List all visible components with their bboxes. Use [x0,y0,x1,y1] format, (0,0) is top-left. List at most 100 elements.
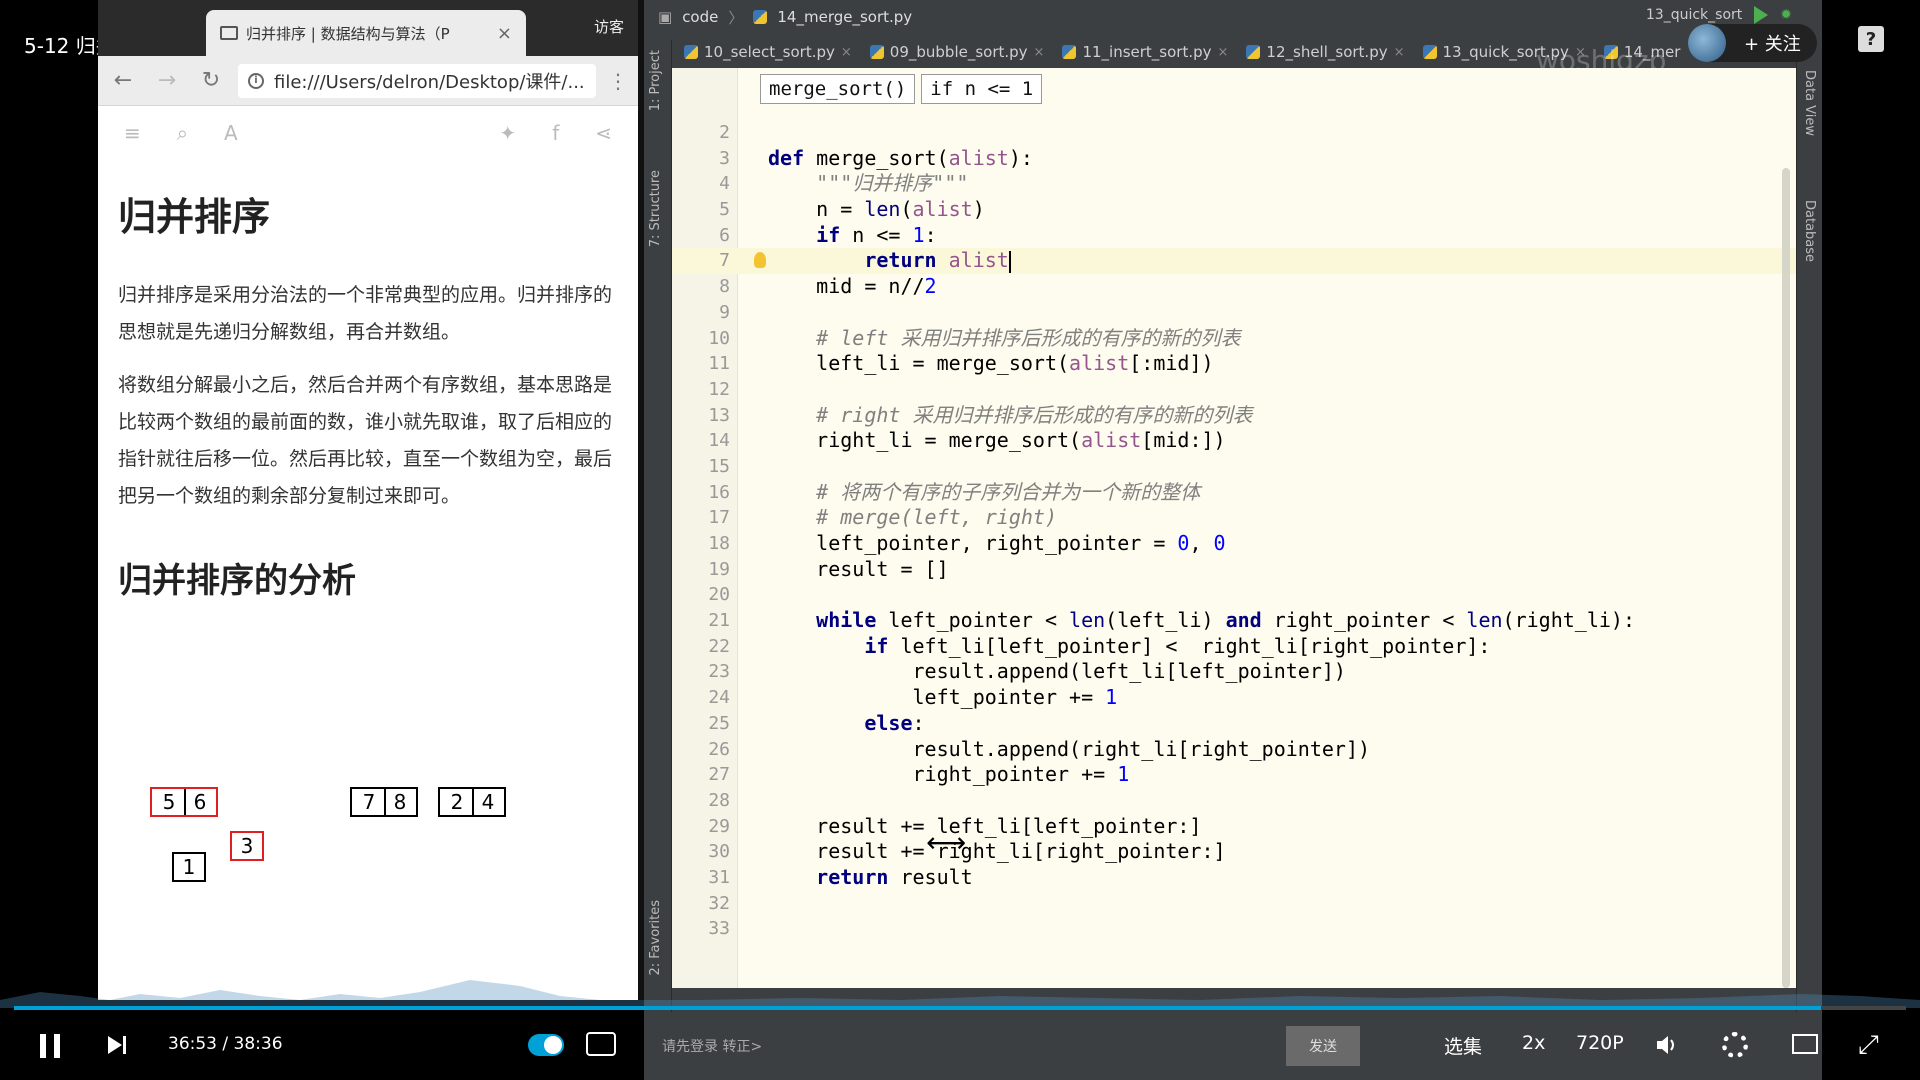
lightbulb-icon[interactable] [754,252,766,269]
address-text: file:///Users/delron/Desktop/课件/... [274,71,585,93]
code-editor[interactable]: merge_sort() if n <= 1 2 3 def merge_sort… [672,68,1796,988]
code-line: 17 # merge(left, right) [708,505,1057,530]
run-toolbar: 13_quick_sort ✹ [1646,6,1792,24]
breadcrumb-condition[interactable]: if n <= 1 [921,74,1043,104]
next-icon[interactable] [106,1034,128,1060]
editor-tab[interactable]: 09_bubble_sort.py × [869,43,1044,61]
diagram-cell: 1 [182,855,196,879]
code-line: 26 result.append(right_li[right_pointer]… [708,736,1371,761]
code-line: 5 n = len(alist) [719,197,985,222]
diagram-cell: 4 [472,789,502,815]
widescreen-icon[interactable] [1792,1034,1818,1054]
code-breadcrumb: merge_sort() if n <= 1 [760,74,1043,104]
debug-icon[interactable]: ✹ [1780,7,1792,23]
diagram-cell: 2 [450,790,464,814]
favorites-tool-tab[interactable]: 2: Favorites [648,900,663,976]
follow-button[interactable]: + 关注 [1688,24,1817,62]
code-line: 14 right_li = merge_sort(alist[mid:]) [708,428,1226,453]
editor-tab[interactable]: 11_insert_sort.py × [1062,43,1228,61]
folder-icon: ▣ [658,8,673,26]
nav-crumb-root[interactable]: code [682,8,718,26]
facebook-icon[interactable]: f [552,121,559,145]
editor-tab[interactable]: 12_shell_sort.py × [1246,43,1405,61]
section-title: 归并排序的分析 [118,561,356,601]
python-file-icon [1062,45,1077,59]
pause-icon[interactable] [40,1034,62,1058]
diagram-cell: 3 [240,834,254,858]
fullscreen-icon[interactable]: ⤢ [1858,1030,1879,1061]
share-icon[interactable]: ⋖ [595,121,612,145]
code-line: 28 [708,789,730,811]
code-line: 3 def merge_sort(alist): [719,145,1033,170]
editor-scrollbar[interactable] [1782,168,1790,988]
run-config-select[interactable]: 13_quick_sort [1646,7,1742,23]
speed-button[interactable]: 2x [1522,1032,1545,1054]
back-arrow-icon[interactable]: ← [106,64,140,98]
editor-tab[interactable]: 10_select_sort.py × [684,43,852,61]
menu-icon[interactable]: ≡ [124,121,141,145]
help-icon[interactable]: ? [1858,26,1884,52]
diagram-cell: 7 [362,790,376,814]
audio-waveform [0,980,1920,1008]
browser-menu-icon[interactable]: ⋮ [606,69,630,93]
data-view-tool-tab[interactable]: Data View [1802,70,1817,136]
diagram-pair-b: 7 8 [350,787,418,817]
watermark: woshigzp [1536,44,1667,77]
code-line: 11 left_li = merge_sort(alist[:mid]) [708,351,1214,376]
twitter-icon[interactable]: ✦ [499,121,516,145]
code-line-current: 7 return alist [672,248,1796,275]
browser-tab[interactable]: 归并排序 | 数据结构与算法（P × [206,10,526,56]
python-file-icon [753,10,768,24]
code-line: 4 """归并排序""" [719,171,969,196]
database-tool-tab[interactable]: Database [1802,200,1817,262]
close-tab-icon[interactable]: × [497,23,512,44]
structure-tool-tab[interactable]: 7: Structure [648,170,663,247]
diagram-cell: 6 [184,789,214,815]
code-line: 6 if n <= 1: [719,222,937,247]
info-icon[interactable]: i [248,72,264,89]
code-line: 10 # left 采用归并排序后形成的有序的新的列表 [708,325,1241,350]
doc-toolbar: ≡ ⌕ A ✦ f ⋖ [98,106,638,160]
code-line: 27 right_pointer += 1 [708,762,1130,787]
nav-crumb-file[interactable]: 14_merge_sort.py [777,8,912,26]
code-line: 13 # right 采用归并排序后形成的有序的新的列表 [708,402,1253,427]
search-icon[interactable]: ⌕ [177,121,188,145]
browser-window: 归并排序 | 数据结构与算法（P × 访客 ← → ↻ i file:///Us… [98,0,638,1000]
forward-arrow-icon[interactable]: → [150,64,184,98]
settings-gear-icon[interactable] [1722,1032,1748,1058]
book-icon [220,26,238,40]
diagram-pair-a: 5 6 [150,787,218,817]
danmu-placeholder: 请先登录 转正> [662,1039,763,1055]
danmu-toggle[interactable] [528,1034,564,1056]
address-bar[interactable]: i file:///Users/delron/Desktop/课件/... [238,63,596,98]
run-icon[interactable] [1754,6,1769,24]
browser-tab-title: 归并排序 | 数据结构与算法（P [246,24,450,43]
danmu-send-button[interactable]: 发送 [1286,1026,1360,1066]
code-line: 23 result.append(left_li[left_pointer]) [708,659,1346,684]
python-file-icon [1422,45,1437,59]
diagram-cell: 5 [162,790,176,814]
episodes-button[interactable]: 选集 [1444,1032,1482,1059]
font-size-icon[interactable]: A [224,121,238,145]
volume-icon[interactable] [1656,1034,1680,1056]
visitor-label[interactable]: 访客 [594,16,624,37]
avatar[interactable] [1688,24,1726,62]
code-line: 2 [719,122,730,143]
danmu-settings-icon[interactable] [586,1032,616,1056]
code-line: 33 [708,918,730,940]
code-line: 29 result += left_li[left_pointer:] [708,813,1202,838]
reload-icon[interactable]: ↻ [194,64,228,98]
code-line: 32 [708,892,730,914]
python-file-icon [869,45,884,59]
quality-button[interactable]: 720P [1576,1032,1624,1054]
doc-content: 归并排序 归并排序是采用分治法的一个非常典型的应用。归并排序的思想就是先递归分解… [98,160,638,602]
breadcrumb-function[interactable]: merge_sort() [760,74,916,104]
code-line: 18 left_pointer, right_pointer = 0, 0 [708,531,1226,555]
resize-cursor-icon: ⟷ [926,826,967,859]
code-line: 30 result += right_li[right_pointer:] [708,839,1226,864]
project-tool-tab[interactable]: 1: Project [648,50,663,111]
code-line: 12 [708,378,730,400]
danmu-input[interactable]: 请先登录 转正> 发送 [650,1026,1360,1066]
code-line: 21 while left_pointer < len(left_li) and… [708,608,1635,633]
ide-window: ▣ code 〉 14_merge_sort.py 13_quick_sort … [644,0,1822,1080]
